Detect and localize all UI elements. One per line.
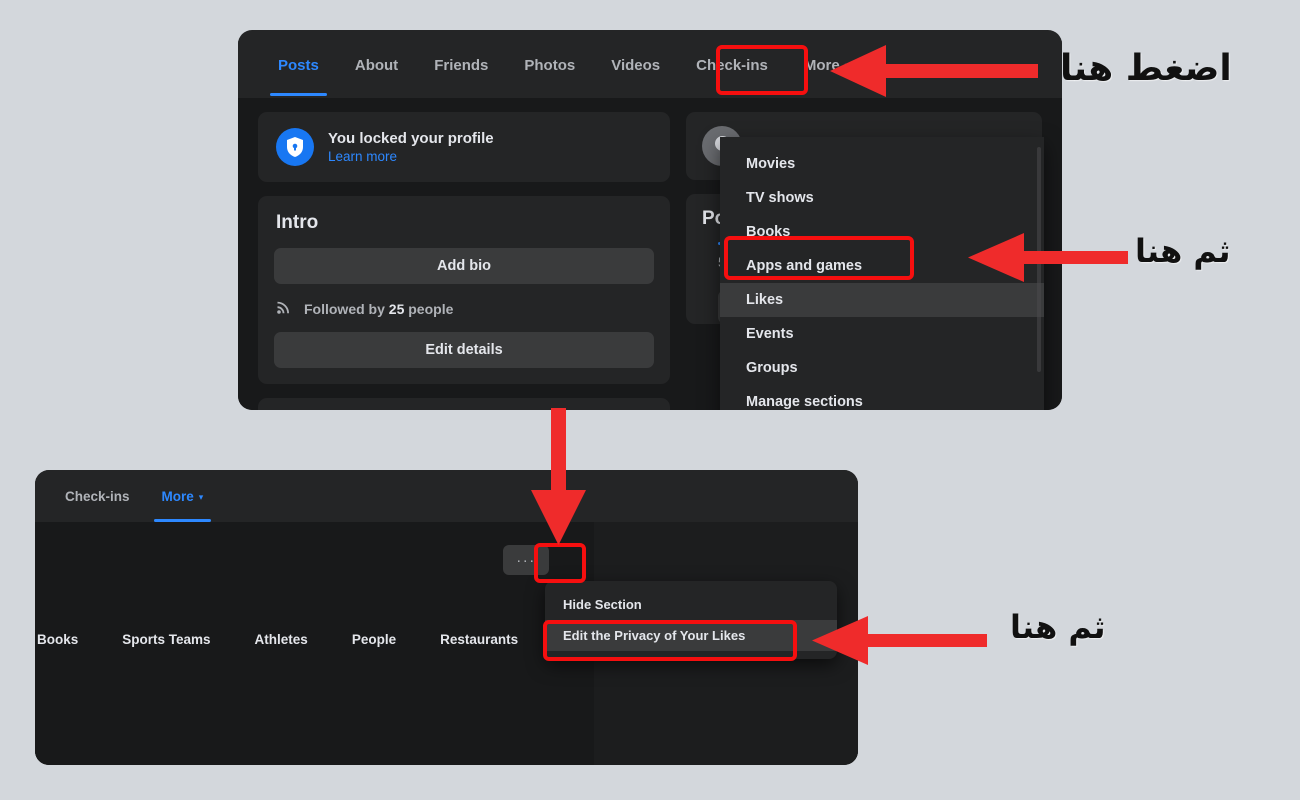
tab-more[interactable]: More ▾	[786, 40, 868, 86]
menu-item-groups[interactable]: Groups	[720, 351, 1044, 385]
intro-title: Intro	[276, 212, 319, 233]
tab-friends[interactable]: Friends	[416, 40, 506, 86]
chevron-down-icon: ▾	[844, 60, 850, 72]
facebook-profile-panel-top: Posts About Friends Photos Videos Check-ins Mo…	[238, 30, 1062, 410]
profile-left-column: You locked your profile Learn more Intro…	[258, 112, 670, 410]
rss-follow-icon	[276, 298, 293, 320]
locked-profile-card: You locked your profile Learn more	[258, 112, 670, 182]
tab-about[interactable]: About	[337, 40, 416, 86]
category-sports-teams[interactable]: Sports Teams	[100, 632, 232, 647]
intro-stub-card	[258, 398, 670, 410]
section-options-button[interactable]: ···	[503, 545, 549, 575]
followers-text: Followed by 25 people	[304, 301, 454, 317]
profile-content: You locked your profile Learn more Intro…	[238, 98, 1062, 410]
profile-tabbar: Posts About Friends Photos Videos Check-ins Mo…	[238, 40, 1062, 99]
profile-tabs: Posts About Friends Photos Videos Check-ins Mo…	[238, 40, 1062, 98]
followers-row: Followed by 25 people	[276, 298, 654, 320]
followers-count: 25	[388, 301, 405, 317]
category-restaurants[interactable]: Restaurants	[418, 632, 540, 647]
shield-lock-icon	[276, 128, 314, 166]
menu-item-books[interactable]: Books	[720, 215, 1044, 249]
menu-item-likes[interactable]: Likes	[720, 283, 1044, 317]
chevron-down-icon: ▾	[198, 491, 204, 502]
learn-more-link[interactable]: Learn more	[328, 149, 494, 164]
annotation-step3-label: ثم هنا	[1010, 608, 1106, 646]
annotation-step2-label: ثم هنا	[1135, 232, 1231, 270]
edit-details-button[interactable]: Edit details	[274, 332, 654, 368]
menu-item-manage-sections[interactable]: Manage sections	[720, 385, 1044, 410]
category-books[interactable]: Books	[35, 632, 100, 647]
menu-scrollbar[interactable]	[1037, 147, 1041, 372]
annotation-step1-label: اضغط هنا	[1060, 48, 1232, 89]
intro-card: Intro Add bio Followed by 25 people Edit…	[258, 196, 670, 384]
screenshot-stage: Posts About Friends Photos Videos Check-ins Mo…	[0, 0, 1300, 800]
menu-item-apps-and-games[interactable]: Apps and games	[720, 249, 1044, 283]
likes-tabs: Check-ins More ▾	[35, 470, 858, 522]
context-item-edit-the-privacy-of-your-likes[interactable]: Edit the Privacy of Your Likes	[545, 620, 837, 651]
more-dropdown-menu: Movies TV shows Books Apps and games Likes Ev…	[720, 137, 1044, 410]
add-bio-button[interactable]: Add bio	[274, 248, 654, 284]
menu-item-movies[interactable]: Movies	[720, 147, 1044, 181]
menu-item-events[interactable]: Events	[720, 317, 1044, 351]
section-context-menu: Hide Section Edit the Privacy of Your Lik…	[545, 581, 837, 659]
menu-item-tv-shows[interactable]: TV shows	[720, 181, 1044, 215]
tab-posts[interactable]: Posts	[260, 40, 337, 96]
tab-videos[interactable]: Videos	[593, 40, 678, 86]
bottom-tab-check-ins[interactable]: Check-ins	[49, 470, 146, 520]
context-item-hide-section[interactable]: Hide Section	[545, 589, 837, 620]
bottom-tab-more[interactable]: More ▾	[146, 470, 220, 522]
category-people[interactable]: People	[330, 632, 418, 647]
likes-tabbar: Check-ins More ▾	[35, 470, 858, 522]
category-athletes[interactable]: Athletes	[233, 632, 330, 647]
tab-check-ins[interactable]: Check-ins	[678, 40, 786, 86]
locked-profile-title: You locked your profile	[328, 130, 494, 147]
tab-photos[interactable]: Photos	[506, 40, 593, 86]
